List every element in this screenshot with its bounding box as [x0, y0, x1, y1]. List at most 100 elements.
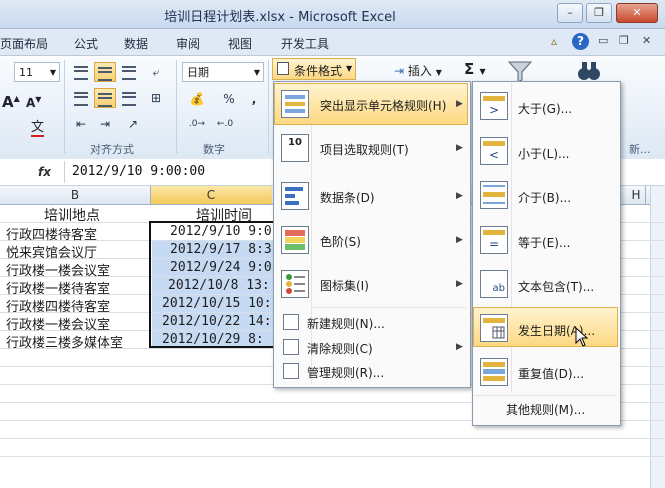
tab-formulas[interactable]: 公式 — [74, 35, 98, 52]
greater-than-icon: > — [480, 92, 508, 120]
align-left-button[interactable] — [70, 88, 92, 108]
formula-input[interactable]: 2012/9/10 9:00:00 — [72, 164, 205, 179]
chevron-right-icon: ▶ — [456, 342, 463, 352]
percent-button[interactable]: % — [218, 89, 240, 109]
increase-indent-icon[interactable]: ⇥ — [94, 114, 116, 134]
cell-location[interactable]: 悦来宾馆会议厅 — [6, 242, 97, 261]
cell-location[interactable]: 行政楼三楼多媒体室 — [6, 332, 123, 351]
header-location[interactable]: 培训地点 — [44, 205, 100, 225]
autosum-button[interactable]: Σ ▼ — [464, 60, 486, 78]
tab-developer[interactable]: 开发工具 — [281, 35, 329, 52]
cell-location[interactable]: 行政楼四楼待客室 — [6, 296, 110, 315]
equal-to-icon: = — [480, 226, 508, 254]
close-button[interactable]: ✕ — [616, 3, 658, 23]
ribbon-tabs — [0, 29, 665, 55]
column-header-c[interactable]: C — [150, 188, 272, 202]
vertical-scrollbar[interactable] — [650, 186, 665, 488]
chevron-right-icon: ▶ — [456, 143, 463, 153]
menu-label: 突出显示单元格规则(H) — [320, 99, 447, 113]
window-title: 培训日程计划表.xlsx - Microsoft Excel — [164, 10, 396, 25]
doc-restore-icon[interactable]: ❐ — [619, 34, 629, 47]
divider — [150, 186, 151, 204]
tab-view[interactable]: 视图 — [228, 35, 252, 52]
cond-format-label: 条件格式 — [294, 64, 343, 78]
align-bottom-button[interactable] — [118, 62, 140, 82]
chevron-right-icon: ▶ — [456, 235, 463, 245]
cell-location[interactable]: 行政楼一楼会议室 — [6, 260, 110, 279]
insert-button[interactable]: ⇥ 插入 ▼ — [394, 62, 442, 79]
color-scales-icon — [281, 226, 309, 254]
submenu-label: 小于(L)... — [518, 147, 570, 161]
highlight-rules-icon — [281, 90, 309, 118]
find-select-icon[interactable] — [577, 59, 601, 83]
submenu-label: 介于(B)... — [518, 191, 572, 205]
merge-center-icon[interactable]: ⊞ — [145, 88, 167, 108]
cell-location[interactable]: 行政四楼待客室 — [6, 224, 97, 243]
menu-separator — [474, 395, 617, 396]
decrease-indent-icon[interactable]: ⇤ — [70, 114, 92, 134]
cell-location[interactable]: 行政楼一楼待客室 — [6, 278, 110, 297]
number-format-value: 日期 — [187, 66, 209, 79]
orientation-icon[interactable]: ↗ — [122, 114, 144, 134]
data-bars-icon — [281, 182, 309, 210]
currency-icon[interactable]: 💰 — [186, 89, 208, 109]
doc-close-icon[interactable]: ✕ — [642, 34, 651, 47]
align-center-button[interactable] — [94, 88, 116, 108]
selection-border — [149, 221, 277, 348]
column-header-b[interactable]: B — [0, 188, 150, 202]
menu-label: 清除规则(C) — [307, 342, 373, 356]
help-icon[interactable]: ? — [572, 33, 589, 50]
ribbon-minimize-icon[interactable]: ▵ — [551, 34, 557, 48]
text-contains-icon: ab — [480, 270, 508, 298]
divider — [64, 161, 65, 183]
duplicate-values-icon — [480, 358, 508, 386]
submenu-item-more-rules[interactable]: 其他规则(M)... — [506, 401, 585, 418]
top-bottom-rules-icon: 10 — [281, 134, 309, 162]
group-label-edit: 新... — [629, 143, 651, 156]
svg-text:>: > — [489, 103, 499, 117]
restore-button[interactable]: ❐ — [586, 3, 612, 23]
group-label-align: 对齐方式 — [90, 143, 134, 156]
group-label-number: 数字 — [203, 143, 225, 156]
menu-separator — [312, 307, 466, 308]
tab-review[interactable]: 审阅 — [176, 35, 200, 52]
font-size-select[interactable]: 11 ▼ — [14, 62, 60, 82]
menu-label: 色阶(S) — [320, 235, 361, 249]
divider — [645, 186, 646, 204]
cell-location[interactable]: 行政楼一楼会议室 — [6, 314, 110, 333]
menu-label: 新建规则(N)... — [307, 317, 385, 331]
grow-font-icon[interactable]: A▲ — [2, 93, 20, 111]
date-occurring-icon — [480, 314, 508, 342]
menu-label: 数据条(D) — [320, 191, 375, 205]
icon-sets-icon — [281, 270, 309, 298]
tab-data[interactable]: 数据 — [124, 35, 148, 52]
gridline — [0, 456, 665, 457]
chevron-right-icon: ▶ — [456, 99, 463, 109]
svg-text:=: = — [489, 237, 499, 251]
less-than-icon: < — [480, 137, 508, 165]
shrink-font-icon[interactable]: A▼ — [26, 95, 41, 110]
clear-rules-icon — [283, 339, 299, 355]
conditional-format-button[interactable]: 条件格式 ▼ — [272, 58, 356, 80]
submenu-label: 文本包含(T)... — [518, 280, 595, 294]
menu-label: 图标集(I) — [320, 279, 369, 293]
wrap-text-icon[interactable]: ⤶ — [145, 62, 167, 82]
insert-cells-icon: ⇥ — [394, 64, 405, 78]
chevron-down-icon: ▼ — [346, 64, 353, 73]
align-top-button[interactable] — [70, 62, 92, 82]
font-size-value: 11 — [19, 66, 33, 79]
align-middle-button[interactable] — [94, 62, 116, 82]
decrease-decimal-icon[interactable]: ←.0 — [214, 114, 236, 134]
doc-minimize-icon[interactable]: ▭ — [598, 34, 608, 47]
submenu-label: 大于(G)... — [518, 102, 573, 116]
chevron-down-icon: ▼ — [253, 68, 260, 77]
minimize-button[interactable]: – — [557, 3, 583, 23]
increase-decimal-icon[interactable]: .0→ — [186, 114, 208, 134]
align-right-button[interactable] — [118, 88, 140, 108]
comma-button[interactable]: , — [243, 89, 265, 109]
phonetic-icon[interactable]: 文 — [31, 116, 45, 137]
tab-page-layout[interactable]: 页面布局 — [0, 35, 48, 52]
fx-icon[interactable]: fx — [38, 165, 51, 179]
column-header-h[interactable]: H — [626, 188, 646, 202]
number-format-select[interactable]: 日期 ▼ — [182, 62, 264, 82]
